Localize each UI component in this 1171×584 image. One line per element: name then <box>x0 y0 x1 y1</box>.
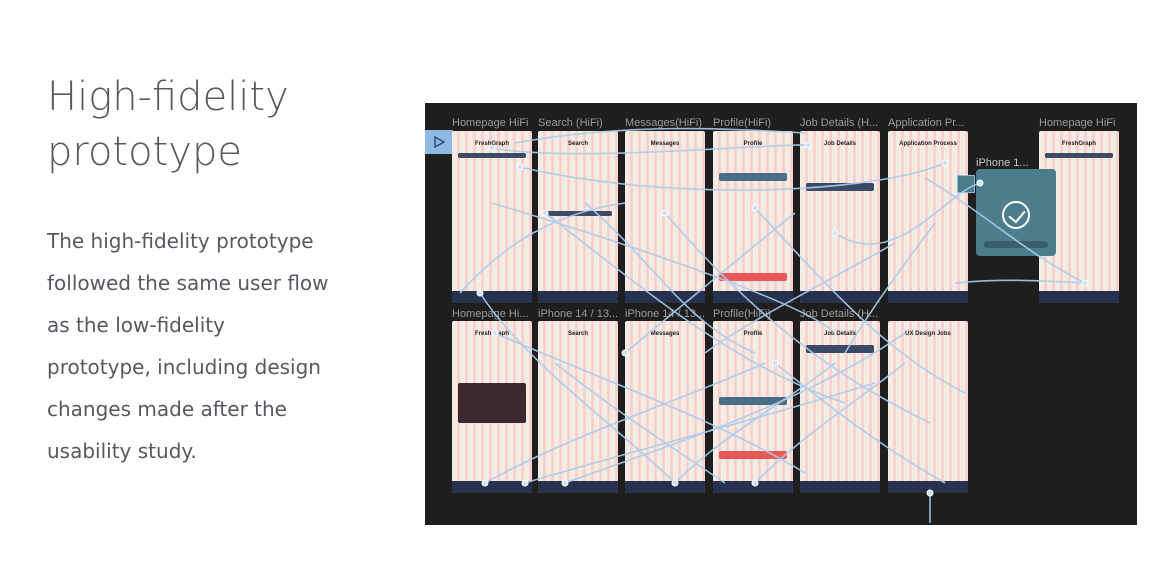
frame-title: Job Details <box>823 141 856 147</box>
frame-label: Profile(HiFi) <box>713 308 772 320</box>
frame-label: Application Pr... <box>888 117 965 129</box>
text-column: High-fidelity prototype The high-fidelit… <box>47 70 377 472</box>
frame-application[interactable]: Application Process <box>888 131 968 303</box>
frame-profile[interactable]: Profile <box>713 131 793 303</box>
frame-search[interactable]: Search <box>538 131 618 303</box>
frame-label: Profile(HiFi) <box>713 117 772 129</box>
frame-title: Messages <box>650 141 680 147</box>
frame-messages-2[interactable]: Messages <box>625 321 705 493</box>
frame-label: iPhone 14 / 13... <box>538 308 618 320</box>
profile-field <box>719 173 787 181</box>
frame-title: FreshGraph <box>474 331 509 337</box>
frame-label: Homepage HiFi <box>452 117 529 129</box>
description-line: as the low-fidelity <box>47 313 225 337</box>
search-bar <box>544 211 612 216</box>
hiring-banner <box>458 383 526 423</box>
check-icon <box>1002 201 1030 229</box>
page-title: High-fidelity prototype <box>47 70 377 180</box>
title-line: High-fidelity <box>47 74 289 120</box>
frame-title: FreshGraph <box>474 141 509 147</box>
card-button <box>984 241 1048 248</box>
bottom-nav <box>452 291 532 303</box>
description-line: followed the same user flow <box>47 271 329 295</box>
frame-label: Job Details (H... <box>800 308 879 320</box>
frame-label: iPhone 14 / 13... <box>625 308 705 320</box>
frame-messages[interactable]: Messages <box>625 131 705 303</box>
play-icon <box>434 136 445 148</box>
bottom-nav <box>713 481 793 493</box>
frame-title: UX Design Jobs <box>905 331 951 337</box>
bottom-nav <box>625 291 705 303</box>
frame-homepage-2[interactable]: FreshGraph <box>452 321 532 493</box>
bottom-nav <box>800 481 880 493</box>
frame-title: Search <box>567 141 588 147</box>
bottom-nav <box>1039 291 1119 303</box>
logout-bar <box>719 273 787 281</box>
frame-title: Job Details <box>823 331 856 337</box>
frame-label: Job Details (H... <box>800 117 879 129</box>
bottom-nav <box>538 481 618 493</box>
profile-field <box>719 397 787 405</box>
frame-title: Profile <box>743 331 763 337</box>
frame-profile-2[interactable]: Profile <box>713 321 793 493</box>
bottom-nav <box>713 291 793 303</box>
frame-job-details-2[interactable]: Job Details <box>800 321 880 493</box>
bottom-nav <box>888 481 968 493</box>
logout-bar <box>719 451 787 459</box>
job-bar <box>806 183 874 191</box>
frame-title: Search <box>567 331 588 337</box>
frame-label: Messages(HiFi) <box>625 117 703 129</box>
frame-title: FreshGraph <box>1061 141 1096 147</box>
application-success-card[interactable] <box>976 169 1056 256</box>
title-line: prototype <box>47 129 242 175</box>
bottom-nav <box>888 291 968 303</box>
bottom-nav <box>625 481 705 493</box>
frame-title: Profile <box>743 141 763 147</box>
frame-label: Homepage Hi... <box>452 308 529 320</box>
job-bar <box>806 345 874 353</box>
description-line: The high-fidelity prototype <box>47 229 314 253</box>
frame-label: iPhone 1... <box>976 157 1029 169</box>
duplicate-icon <box>957 175 975 193</box>
bottom-nav <box>538 291 618 303</box>
frame-search-2[interactable]: Search <box>538 321 618 493</box>
play-prototype-button[interactable] <box>425 130 453 154</box>
prototype-canvas[interactable]: Homepage HiFi FreshGraph Search (HiFi) S… <box>425 103 1137 525</box>
bottom-nav <box>452 481 532 493</box>
description-line: usability study. <box>47 439 197 463</box>
frame-label: Search (HiFi) <box>538 117 603 129</box>
search-bar <box>458 153 526 158</box>
frame-homepage[interactable]: FreshGraph <box>452 131 532 303</box>
frame-title: Application Process <box>899 141 957 147</box>
frame-job-details[interactable]: Job Details <box>800 131 880 303</box>
bottom-nav <box>800 291 880 303</box>
description-line: changes made after the <box>47 397 287 421</box>
frame-ux-jobs[interactable]: UX Design Jobs <box>888 321 968 493</box>
description: The high-fidelity prototype followed the… <box>47 220 377 472</box>
description-line: prototype, including design <box>47 355 321 379</box>
frame-title: Messages <box>650 331 680 337</box>
frame-label: Homepage HiFi <box>1039 117 1116 129</box>
